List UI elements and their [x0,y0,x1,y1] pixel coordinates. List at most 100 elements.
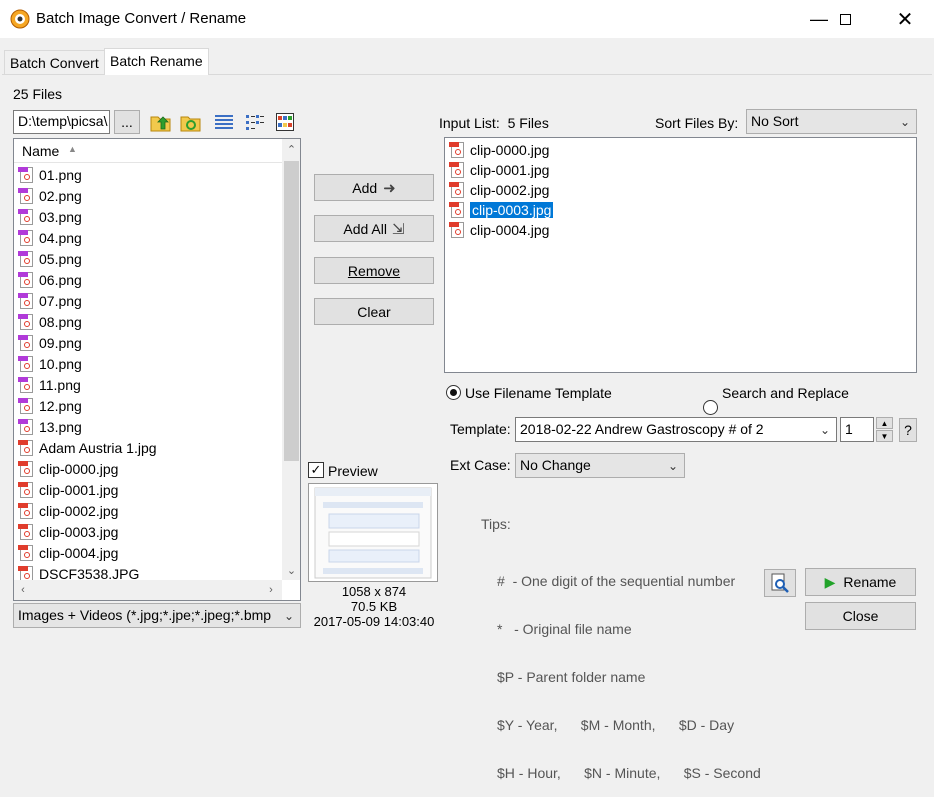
refresh-folder-icon[interactable] [180,112,202,132]
png-file-icon [18,313,34,331]
scroll-left-arrow[interactable]: ‹ [14,580,32,600]
file-name: 12.png [39,397,82,414]
spin-down-button[interactable]: ▼ [876,430,893,442]
file-name: clip-0002.jpg [470,181,550,198]
preview-checkbox[interactable]: ✓ [308,462,324,478]
template-input[interactable]: 2018-02-22 Andrew Gastroscopy # of 2 ⌄ [515,417,837,442]
preview-rename-button[interactable] [764,569,796,597]
file-name: 09.png [39,334,82,351]
thumbnail-view-icon[interactable] [276,113,294,131]
clear-button-label: Clear [357,303,391,320]
png-file-icon [18,166,34,184]
scroll-up-arrow[interactable]: ⌃ [282,139,300,159]
start-number-input[interactable]: 1 [840,417,874,442]
file-list-item[interactable]: 05.png [18,248,82,269]
use-template-label: Use Filename Template [465,385,612,401]
use-template-radio[interactable] [446,385,461,400]
png-file-icon [18,292,34,310]
file-list-item[interactable]: 10.png [18,353,82,374]
input-list-item[interactable]: clip-0000.jpg [449,139,549,160]
file-list-item[interactable]: 12.png [18,395,82,416]
input-list-item[interactable]: clip-0002.jpg [449,179,549,200]
rename-button-label: Rename [843,574,897,590]
png-file-icon [18,229,34,247]
preview-label: Preview [328,463,378,479]
jpg-file-icon [449,141,465,159]
add-all-button[interactable]: Add All ⇲ [314,215,434,242]
file-list-item[interactable]: 04.png [18,227,82,248]
input-list-item[interactable]: clip-0001.jpg [449,159,549,180]
file-list-item[interactable]: 09.png [18,332,82,353]
spin-up-icon: ▲ [880,418,889,428]
jpg-file-icon [18,481,34,499]
input-list-title: Input List: [439,115,500,131]
chevron-down-icon: ⌄ [667,458,678,473]
file-list-item[interactable]: 02.png [18,185,82,206]
file-name: 10.png [39,355,82,372]
file-list-item[interactable]: clip-0001.jpg [18,479,118,500]
add-button[interactable]: Add ➜ [314,174,434,201]
file-count: 25 Files [13,86,63,102]
preview-file-size: 70.5 KB [350,599,398,614]
file-list-item[interactable]: clip-0000.jpg [18,458,118,479]
file-name: 02.png [39,187,82,204]
input-list-label: Input List: 5 Files [439,115,549,131]
rename-button[interactable]: ▶ Rename [805,568,916,596]
clear-button[interactable]: Clear [314,298,434,325]
scroll-down-arrow[interactable]: ⌄ [282,560,300,580]
name-column-header[interactable]: Name ▲ [14,139,282,163]
folder-up-icon[interactable] [150,112,172,132]
ext-case-select[interactable]: No Change ⌄ [515,453,685,478]
file-name: 05.png [39,250,82,267]
scroll-right-arrow[interactable]: › [262,580,280,600]
png-file-icon [18,187,34,205]
file-list-item[interactable]: 01.png [18,164,82,185]
preview-image [314,487,432,579]
search-replace-label: Search and Replace [722,385,849,401]
tab-batch-convert[interactable]: Batch Convert [4,50,105,74]
file-list-item[interactable]: 11.png [18,374,81,395]
file-list-item[interactable]: clip-0002.jpg [18,500,118,521]
maximize-button[interactable] [822,0,868,38]
search-replace-radio[interactable] [703,400,718,415]
close-button[interactable]: Close [805,602,916,630]
input-list-item[interactable]: clip-0004.jpg [449,219,549,240]
tab-batch-rename[interactable]: Batch Rename [104,48,209,75]
file-list-item[interactable]: clip-0004.jpg [18,542,118,563]
file-list-item[interactable]: 13.png [18,416,82,437]
horizontal-scrollbar[interactable]: ‹ › [14,580,282,600]
source-file-list[interactable]: Name ▲ 01.png 02.png 03.png 04.png 05.png 06.… [13,138,301,601]
tip-line: $P - Parent folder name [497,669,646,685]
template-value: 2018-02-22 Andrew Gastroscopy # of 2 [520,421,764,437]
browse-button[interactable]: ... [114,110,140,134]
file-list-item[interactable]: Adam Austria 1.jpg [18,437,157,458]
png-file-icon [18,355,34,373]
help-button[interactable]: ? [899,418,917,442]
scrollbar-thumb[interactable] [284,161,299,461]
list-view-icon[interactable] [245,113,265,131]
folder-path-input[interactable]: D:\temp\picsa\ [13,110,110,134]
play-icon: ▶ [824,573,836,590]
file-name: clip-0003.jpg [470,201,554,218]
remove-button[interactable]: Remove [314,257,434,284]
file-filter-select[interactable]: Images + Videos (*.jpg;*.jpe;*.jpeg;*.bm… [13,603,301,628]
close-window-button[interactable]: ✕ [882,0,928,38]
file-list-item[interactable]: 06.png [18,269,82,290]
png-file-icon [18,376,34,394]
sort-files-select[interactable]: No Sort ⌄ [746,109,917,134]
file-name: 06.png [39,271,82,288]
vertical-scrollbar[interactable]: ⌃ ⌄ [282,139,300,580]
input-file-list[interactable]: clip-0000.jpg clip-0001.jpg clip-0002.jpg c… [444,137,917,373]
spin-up-button[interactable]: ▲ [876,417,893,429]
file-list-item[interactable]: clip-0003.jpg [18,521,118,542]
file-list-item[interactable]: 08.png [18,311,82,332]
jpg-file-icon [449,201,465,219]
file-name: clip-0000.jpg [39,460,119,477]
maximize-icon [839,13,851,25]
details-view-icon[interactable] [214,113,234,131]
file-list-item[interactable]: 03.png [18,206,82,227]
input-list-item[interactable]: clip-0003.jpg [449,199,554,220]
file-list-item[interactable]: 07.png [18,290,82,311]
preview-dimensions: 1058 x 874 [341,584,407,599]
file-name: 13.png [39,418,82,435]
